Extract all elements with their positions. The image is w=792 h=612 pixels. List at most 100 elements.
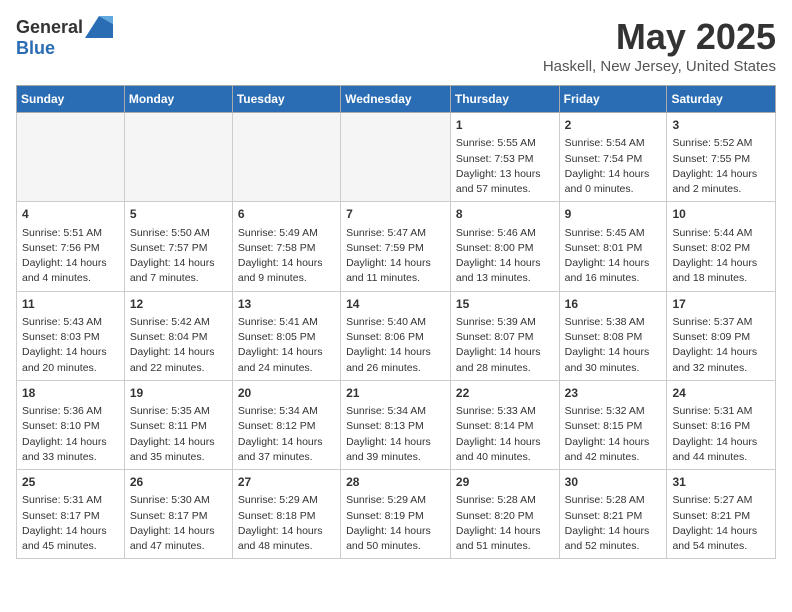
sunrise-text: Sunrise: 5:29 AM — [238, 494, 318, 506]
calendar-cell: 31Sunrise: 5:27 AMSunset: 8:21 PMDayligh… — [667, 470, 776, 559]
daylight-text: Daylight: 14 hours and 28 minutes. — [456, 346, 541, 373]
sunset-text: Sunset: 7:54 PM — [565, 153, 643, 165]
daylight-text: Daylight: 13 hours and 57 minutes. — [456, 168, 541, 195]
daylight-text: Daylight: 14 hours and 52 minutes. — [565, 525, 650, 552]
day-number: 10 — [672, 206, 770, 223]
daylight-text: Daylight: 14 hours and 32 minutes. — [672, 346, 757, 373]
daylight-text: Daylight: 14 hours and 26 minutes. — [346, 346, 431, 373]
calendar-cell: 3Sunrise: 5:52 AMSunset: 7:55 PMDaylight… — [667, 113, 776, 202]
day-number: 29 — [456, 474, 554, 491]
sunset-text: Sunset: 8:00 PM — [456, 242, 534, 254]
day-number: 5 — [130, 206, 227, 223]
daylight-text: Daylight: 14 hours and 30 minutes. — [565, 346, 650, 373]
sunset-text: Sunset: 8:19 PM — [346, 510, 424, 522]
sunrise-text: Sunrise: 5:34 AM — [346, 405, 426, 417]
sunrise-text: Sunrise: 5:27 AM — [672, 494, 752, 506]
sunset-text: Sunset: 8:09 PM — [672, 331, 750, 343]
daylight-text: Daylight: 14 hours and 2 minutes. — [672, 168, 757, 195]
day-number: 18 — [22, 385, 119, 402]
calendar-header-wednesday: Wednesday — [341, 86, 451, 113]
calendar-table: SundayMondayTuesdayWednesdayThursdayFrid… — [16, 85, 776, 559]
logo-icon — [85, 16, 113, 38]
calendar-cell: 19Sunrise: 5:35 AMSunset: 8:11 PMDayligh… — [124, 380, 232, 469]
daylight-text: Daylight: 14 hours and 33 minutes. — [22, 436, 107, 463]
daylight-text: Daylight: 14 hours and 40 minutes. — [456, 436, 541, 463]
day-number: 30 — [565, 474, 662, 491]
sunrise-text: Sunrise: 5:44 AM — [672, 227, 752, 239]
calendar-header-sunday: Sunday — [17, 86, 125, 113]
calendar-week-4: 18Sunrise: 5:36 AMSunset: 8:10 PMDayligh… — [17, 380, 776, 469]
sunset-text: Sunset: 7:53 PM — [456, 153, 534, 165]
sunset-text: Sunset: 8:15 PM — [565, 420, 643, 432]
calendar-header-thursday: Thursday — [450, 86, 559, 113]
day-number: 28 — [346, 474, 445, 491]
calendar-cell: 28 Sunrise: 5:29 AM Sunset: 8:19 PM Dayligh… — [341, 470, 451, 559]
day-number: 17 — [672, 296, 770, 313]
daylight-text: Daylight: 14 hours and 22 minutes. — [130, 346, 215, 373]
sunset-text: Sunset: 8:21 PM — [565, 510, 643, 522]
daylight-text: Daylight: 14 hours and 16 minutes. — [565, 257, 650, 284]
calendar-week-2: 4Sunrise: 5:51 AMSunset: 7:56 PMDaylight… — [17, 202, 776, 291]
day-number: 9 — [565, 206, 662, 223]
sunset-text: Sunset: 8:01 PM — [565, 242, 643, 254]
sunrise-text: Sunrise: 5:51 AM — [22, 227, 102, 239]
sunset-text: Sunset: 8:04 PM — [130, 331, 208, 343]
calendar-cell: 16Sunrise: 5:38 AMSunset: 8:08 PMDayligh… — [559, 291, 667, 380]
daylight-text: Daylight: 14 hours and 45 minutes. — [22, 525, 107, 552]
day-number: 23 — [565, 385, 662, 402]
day-number: 14 — [346, 296, 445, 313]
sunrise-text: Sunrise: 5:55 AM — [456, 137, 536, 149]
daylight-text: Daylight: 14 hours and 20 minutes. — [22, 346, 107, 373]
calendar-header-friday: Friday — [559, 86, 667, 113]
day-number: 7 — [346, 206, 445, 223]
sunset-text: Sunset: 8:13 PM — [346, 420, 424, 432]
calendar-cell: 29Sunrise: 5:28 AMSunset: 8:20 PMDayligh… — [450, 470, 559, 559]
daylight-text: Daylight: 14 hours and 50 minutes. — [346, 525, 431, 552]
daylight-text: Daylight: 14 hours and 39 minutes. — [346, 436, 431, 463]
header: General Blue May 2025 Haskell, New Jerse… — [16, 16, 776, 75]
daylight-text: Daylight: 14 hours and 42 minutes. — [565, 436, 650, 463]
sunset-text: Sunset: 8:17 PM — [22, 510, 100, 522]
day-number: 6 — [238, 206, 335, 223]
calendar-cell: 20Sunrise: 5:34 AMSunset: 8:12 PMDayligh… — [232, 380, 340, 469]
calendar-header-row: SundayMondayTuesdayWednesdayThursdayFrid… — [17, 86, 776, 113]
daylight-text: Daylight: 14 hours and 47 minutes. — [130, 525, 215, 552]
daylight-text: Daylight: 14 hours and 51 minutes. — [456, 525, 541, 552]
sunset-text: Sunset: 8:18 PM — [238, 510, 316, 522]
sunrise-text: Sunrise: 5:34 AM — [238, 405, 318, 417]
calendar-cell: 12Sunrise: 5:42 AMSunset: 8:04 PMDayligh… — [124, 291, 232, 380]
calendar-cell: 15Sunrise: 5:39 AMSunset: 8:07 PMDayligh… — [450, 291, 559, 380]
day-number: 24 — [672, 385, 770, 402]
day-number: 21 — [346, 385, 445, 402]
day-number: 31 — [672, 474, 770, 491]
calendar-cell: 4Sunrise: 5:51 AMSunset: 7:56 PMDaylight… — [17, 202, 125, 291]
sunrise-text: Sunrise: 5:32 AM — [565, 405, 645, 417]
day-number: 4 — [22, 206, 119, 223]
logo-general: General — [16, 17, 83, 38]
calendar-cell: 21 Sunrise: 5:34 AM Sunset: 8:13 PM Dayligh… — [341, 380, 451, 469]
daylight-text: Daylight: 14 hours and 13 minutes. — [456, 257, 541, 284]
daylight-text: Daylight: 14 hours and 18 minutes. — [672, 257, 757, 284]
sunset-text: Sunset: 8:11 PM — [130, 420, 207, 432]
sunset-text: Sunset: 8:02 PM — [672, 242, 750, 254]
calendar-cell: 13Sunrise: 5:41 AMSunset: 8:05 PMDayligh… — [232, 291, 340, 380]
month-title: May 2025 — [543, 16, 776, 58]
sunset-text: Sunset: 8:16 PM — [672, 420, 750, 432]
sunset-text: Sunset: 8:10 PM — [22, 420, 100, 432]
calendar-cell — [232, 113, 340, 202]
sunrise-text: Sunrise: 5:54 AM — [565, 137, 645, 149]
sunrise-text: Sunrise: 5:29 AM — [346, 494, 426, 506]
title-area: May 2025 Haskell, New Jersey, United Sta… — [543, 16, 776, 75]
day-number: 12 — [130, 296, 227, 313]
calendar-cell — [124, 113, 232, 202]
calendar-cell: 11Sunrise: 5:43 AMSunset: 8:03 PMDayligh… — [17, 291, 125, 380]
daylight-text: Daylight: 14 hours and 48 minutes. — [238, 525, 323, 552]
calendar-cell: 2Sunrise: 5:54 AMSunset: 7:54 PMDaylight… — [559, 113, 667, 202]
sunset-text: Sunset: 7:55 PM — [672, 153, 750, 165]
daylight-text: Daylight: 14 hours and 35 minutes. — [130, 436, 215, 463]
sunset-text: Sunset: 7:57 PM — [130, 242, 208, 254]
calendar-header-tuesday: Tuesday — [232, 86, 340, 113]
day-number: 15 — [456, 296, 554, 313]
sunrise-text: Sunrise: 5:50 AM — [130, 227, 210, 239]
daylight-text: Daylight: 14 hours and 11 minutes. — [346, 257, 431, 284]
